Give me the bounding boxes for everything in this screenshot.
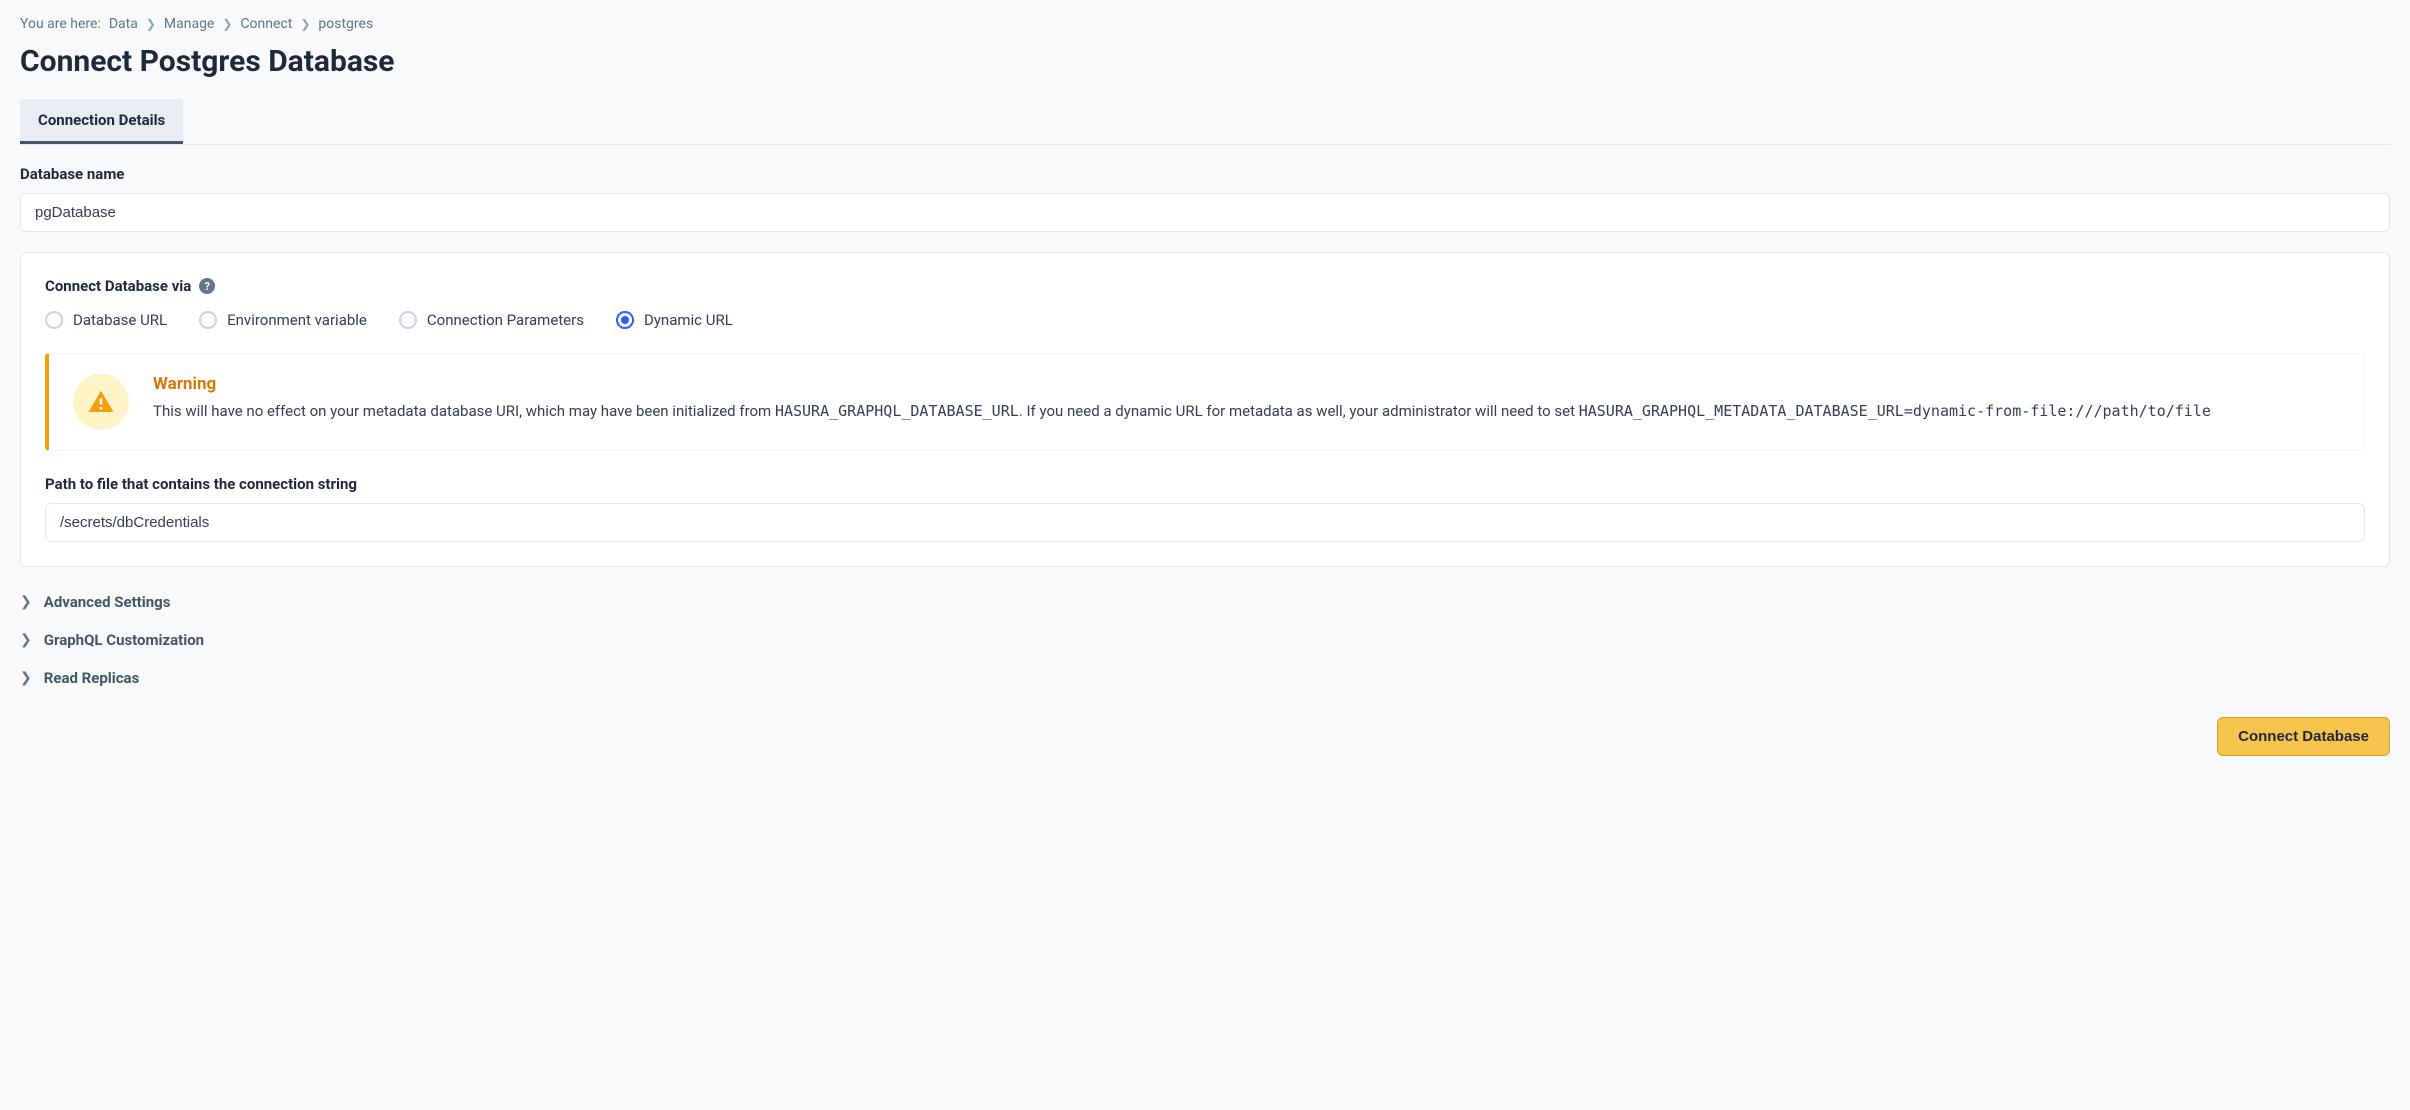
tabs: Connection Details	[20, 99, 2390, 145]
radio-icon	[199, 311, 217, 329]
radio-icon	[616, 311, 634, 329]
chevron-right-icon: ❯	[146, 17, 156, 31]
warning-body: This will have no effect on your metadat…	[153, 400, 2211, 423]
radio-label: Environment variable	[227, 311, 367, 329]
connect-via-panel: Connect Database via ? Database URL Envi…	[20, 252, 2390, 567]
radio-connection-params[interactable]: Connection Parameters	[399, 311, 584, 329]
breadcrumb-item[interactable]: postgres	[318, 16, 373, 32]
breadcrumb-item[interactable]: Manage	[164, 16, 214, 32]
radio-icon	[399, 311, 417, 329]
path-label: Path to file that contains the connectio…	[45, 475, 2365, 493]
collapsible-label: GraphQL Customization	[44, 631, 204, 649]
breadcrumb-item[interactable]: Data	[109, 16, 138, 32]
collapsible-label: Advanced Settings	[44, 593, 171, 611]
breadcrumb-item[interactable]: Connect	[240, 16, 292, 32]
chevron-right-icon: ❯	[20, 632, 32, 648]
breadcrumb-prefix: You are here:	[20, 16, 101, 32]
warning-title: Warning	[153, 374, 2211, 394]
radio-icon	[45, 311, 63, 329]
warning-icon	[73, 374, 129, 430]
collapsible-label: Read Replicas	[44, 669, 140, 687]
actions: Connect Database	[20, 717, 2390, 756]
radio-dynamic-url[interactable]: Dynamic URL	[616, 311, 733, 329]
db-name-input[interactable]	[20, 193, 2390, 232]
radio-label: Dynamic URL	[644, 311, 733, 329]
connect-database-button[interactable]: Connect Database	[2217, 717, 2390, 756]
page-title: Connect Postgres Database	[20, 44, 2390, 79]
advanced-settings-toggle[interactable]: ❯ Advanced Settings	[20, 583, 2390, 621]
warning-content: Warning This will have no effect on your…	[153, 374, 2211, 430]
warning-box: Warning This will have no effect on your…	[45, 353, 2365, 451]
chevron-right-icon: ❯	[222, 17, 232, 31]
graphql-customization-toggle[interactable]: ❯ GraphQL Customization	[20, 621, 2390, 659]
read-replicas-toggle[interactable]: ❯ Read Replicas	[20, 659, 2390, 697]
connect-via-radio-group: Database URL Environment variable Connec…	[45, 311, 2365, 329]
breadcrumb: You are here: Data ❯ Manage ❯ Connect ❯ …	[20, 16, 2390, 32]
chevron-right-icon: ❯	[20, 670, 32, 686]
radio-database-url[interactable]: Database URL	[45, 311, 167, 329]
tab-connection-details[interactable]: Connection Details	[20, 99, 183, 144]
help-icon[interactable]: ?	[199, 278, 215, 294]
chevron-right-icon: ❯	[20, 594, 32, 610]
radio-env-variable[interactable]: Environment variable	[199, 311, 367, 329]
radio-label: Database URL	[73, 311, 167, 329]
radio-label: Connection Parameters	[427, 311, 584, 329]
chevron-right-icon: ❯	[300, 17, 310, 31]
path-input[interactable]	[45, 503, 2365, 542]
connect-via-label: Connect Database via ?	[45, 277, 2365, 295]
db-name-label: Database name	[20, 165, 2390, 183]
